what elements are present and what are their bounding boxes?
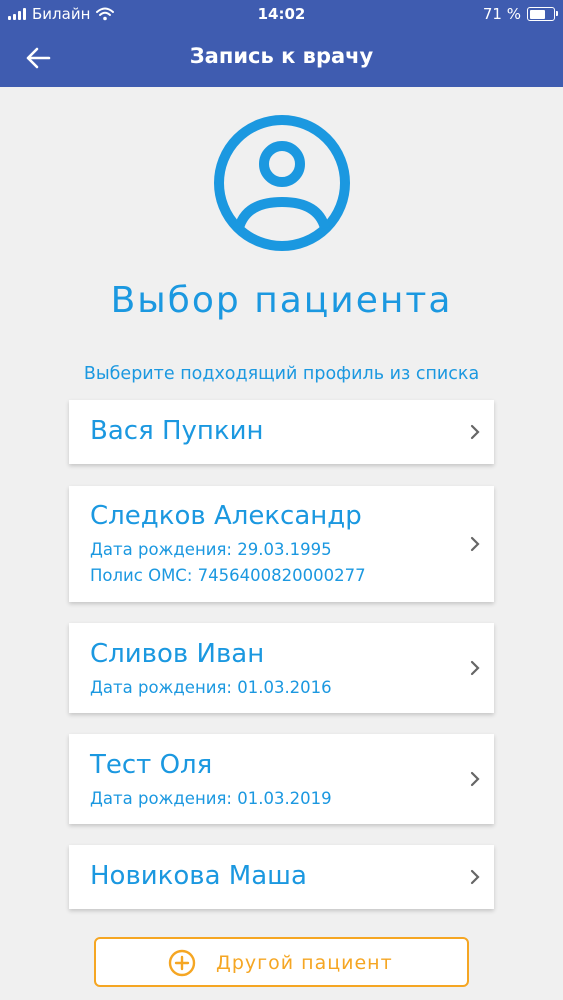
patient-policy: Полис ОМС: 7456400820000277	[90, 566, 366, 585]
user-circle-icon	[214, 115, 350, 251]
patient-name: Следков Александр	[90, 501, 362, 531]
patient-birth-date: Дата рождения: 29.03.1995	[90, 540, 332, 559]
chevron-right-icon	[470, 771, 480, 787]
header-title: Запись к врачу	[189, 44, 374, 68]
patient-birth-date: Дата рождения: 01.03.2019	[90, 789, 332, 808]
patient-card[interactable]: Вася Пупкин	[69, 400, 494, 464]
chevron-right-icon	[470, 536, 480, 552]
patient-card[interactable]: Новикова Маша	[69, 845, 494, 909]
status-bar: Билайн 14:02 71 %	[0, 0, 563, 30]
chevron-right-icon	[470, 660, 480, 676]
patient-name: Сливов Иван	[90, 639, 265, 669]
patient-birth-date: Дата рождения: 01.03.2016	[90, 678, 332, 697]
patient-name: Вася Пупкин	[90, 416, 264, 446]
other-patient-label: Другой пациент	[216, 952, 393, 974]
patient-name: Тест Оля	[90, 750, 213, 780]
page-title: Выбор пациента	[110, 280, 453, 321]
patient-name: Новикова Маша	[90, 861, 307, 891]
chevron-right-icon	[470, 869, 480, 885]
battery-percent: 71 %	[482, 5, 521, 23]
battery-icon	[527, 7, 558, 21]
patient-card[interactable]: Тест Оля Дата рождения: 01.03.2019	[69, 734, 494, 824]
other-patient-button[interactable]: Другой пациент	[94, 937, 469, 987]
app-header: Билайн 14:02 71 % Запись к врачу	[0, 0, 563, 87]
status-time: 14:02	[257, 5, 306, 23]
page-subtitle: Выберите подходящий профиль из списка	[83, 364, 480, 384]
patient-card[interactable]: Следков Александр Дата рождения: 29.03.1…	[69, 486, 494, 602]
chevron-right-icon	[470, 424, 480, 440]
plus-circle-icon	[168, 949, 196, 977]
patient-card[interactable]: Сливов Иван Дата рождения: 01.03.2016	[69, 623, 494, 713]
